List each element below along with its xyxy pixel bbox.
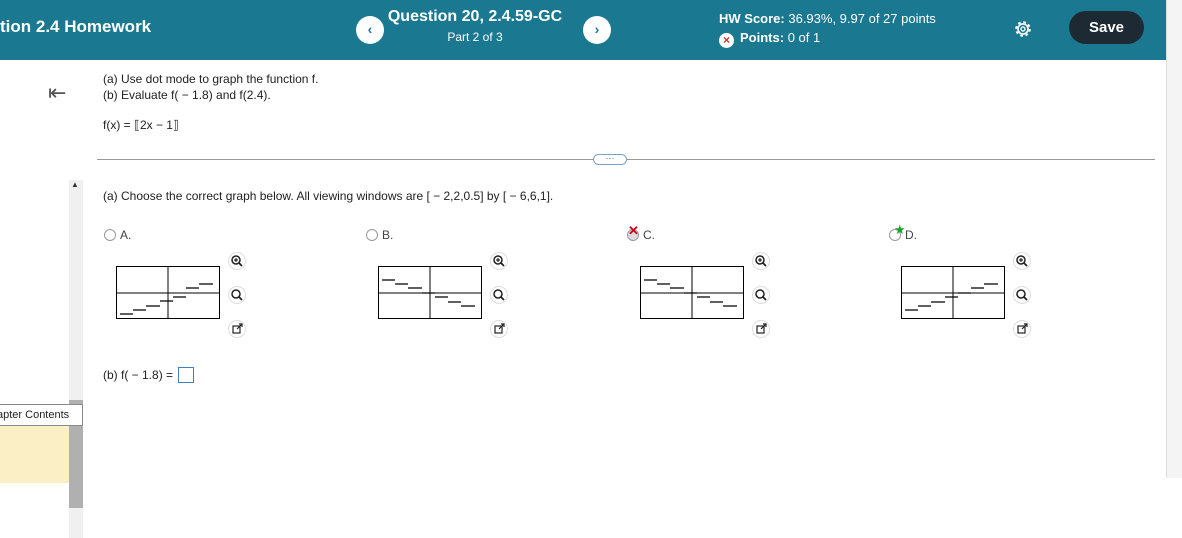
zoom-out-icon-b[interactable] [490, 286, 508, 304]
collapse-left-icon[interactable]: ⇤ [48, 80, 66, 106]
radio-d[interactable]: ★ [889, 222, 906, 241]
radio-a[interactable] [104, 229, 116, 241]
hw-score-label: HW Score: [719, 11, 785, 26]
zoom-in-icon-a[interactable] [228, 252, 246, 270]
zoom-out-icon-a[interactable] [228, 286, 246, 304]
zoom-in-icon-b[interactable] [490, 252, 508, 270]
open-new-window-icon-d[interactable] [1013, 320, 1031, 338]
chapter-contents-button[interactable]: apter Contents [0, 404, 83, 426]
expand-button[interactable]: ··· [593, 154, 627, 165]
scroll-up-arrow-icon[interactable]: ▲ [71, 180, 79, 189]
graph-option-b[interactable] [378, 266, 482, 319]
option-d-label: D. [905, 228, 917, 242]
part-b-prompt: (b) f( − 1.8) = [103, 368, 177, 382]
graph-option-c[interactable] [640, 266, 744, 319]
radio-c[interactable]: ✕ [627, 223, 639, 241]
part-a-prompt: (a) Choose the correct graph below. All … [103, 189, 554, 203]
instructions: (a) Use dot mode to graph the function f… [103, 71, 318, 103]
graph-option-a[interactable] [116, 266, 220, 319]
incorrect-x-icon: ✕ [628, 223, 639, 238]
zoom-in-icon-c[interactable] [752, 252, 770, 270]
option-d[interactable]: ★ D. [889, 222, 917, 242]
option-b[interactable]: B. [366, 228, 393, 242]
instruction-b: (b) Evaluate f( − 1.8) and f(2.4). [103, 88, 271, 102]
question-title: Question 20, 2.4.59-GC [387, 8, 563, 25]
option-c-label: C. [643, 228, 655, 242]
gear-icon[interactable] [1012, 18, 1034, 40]
option-a[interactable]: A. [104, 228, 131, 242]
points-label: Points: [740, 30, 785, 45]
function-definition: f(x) = ⟦2x − 1⟧ [103, 118, 179, 132]
part-b: (b) f( − 1.8) = [103, 367, 195, 383]
left-pane: ⇤ ▲ apter Contents [0, 60, 84, 538]
correct-star-icon: ★ [894, 222, 906, 237]
answer-input[interactable] [178, 367, 195, 383]
option-a-label: A. [120, 228, 132, 242]
zoom-out-icon-d[interactable] [1013, 286, 1031, 304]
zoom-in-icon-d[interactable] [1013, 252, 1031, 270]
hw-score: HW Score: 36.93%, 9.97 of 27 points [719, 11, 936, 26]
save-button[interactable]: Save [1069, 11, 1144, 44]
zoom-out-icon-c[interactable] [752, 286, 770, 304]
assignment-title: tion 2.4 Homework [0, 17, 152, 36]
option-c[interactable]: ✕ C. [627, 223, 655, 242]
question-part: Part 2 of 3 [447, 30, 503, 44]
graph-option-d[interactable] [901, 266, 1005, 319]
points-status: × Points: 0 of 1 [719, 30, 820, 48]
option-b-label: B. [382, 228, 394, 242]
points-value: 0 of 1 [787, 30, 821, 45]
chapter-contents-panel [0, 426, 69, 483]
radio-b[interactable] [366, 229, 378, 241]
header-bar: tion 2.4 Homework ‹ Question 20, 2.4.59-… [0, 0, 1166, 60]
open-new-window-icon-a[interactable] [228, 320, 246, 338]
page-scrollbar[interactable] [1166, 0, 1182, 478]
incorrect-circle-icon: × [719, 33, 734, 48]
instruction-a: (a) Use dot mode to graph the function f… [103, 72, 319, 86]
open-new-window-icon-c[interactable] [752, 320, 770, 338]
open-new-window-icon-b[interactable] [490, 320, 508, 338]
hw-score-value: 36.93%, 9.97 of 27 points [788, 11, 936, 26]
next-question-button[interactable]: › [583, 16, 611, 44]
